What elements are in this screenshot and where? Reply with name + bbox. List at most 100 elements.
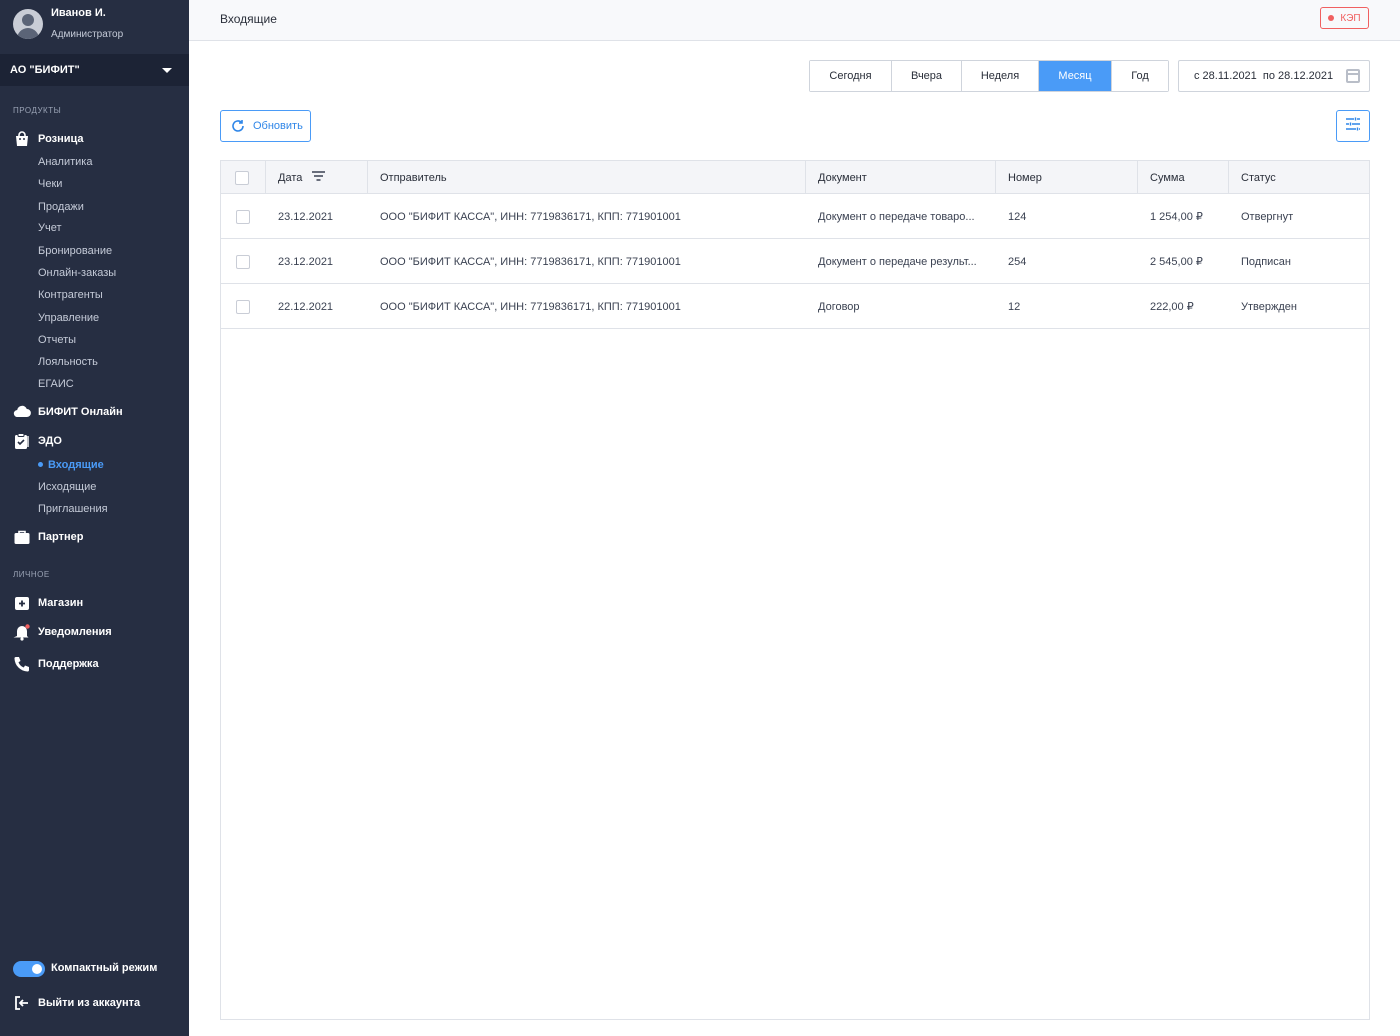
sidebar-item-label: ЭДО [38, 435, 62, 447]
logout-label: Выйти из аккаунта [38, 997, 141, 1009]
calendar-icon [1346, 69, 1360, 83]
topbar: Входящие КЭП [189, 0, 1400, 41]
column-sum[interactable]: Сумма [1138, 161, 1229, 194]
sidebar-subitem-outgoing[interactable]: Исходящие [38, 481, 96, 493]
sliders-icon [1345, 116, 1361, 137]
period-yesterday[interactable]: Вчера [892, 61, 962, 91]
sidebar-subitem-counterparties[interactable]: Контрагенты [38, 289, 103, 301]
select-all-cell [221, 161, 266, 194]
kep-badge[interactable]: КЭП [1320, 7, 1369, 29]
refresh-button[interactable]: Обновить [220, 110, 311, 142]
kep-label: КЭП [1340, 12, 1361, 24]
sidebar-subitem-invitations[interactable]: Приглашения [38, 503, 108, 515]
filters-button[interactable] [1336, 110, 1370, 142]
column-document[interactable]: Документ [806, 161, 996, 194]
column-label: Отправитель [380, 171, 447, 184]
column-label: Дата [278, 171, 303, 184]
compact-mode-toggle[interactable] [13, 961, 45, 977]
period-year[interactable]: Год [1112, 61, 1168, 91]
table-row[interactable]: 22.12.2021 ООО "БИФИТ КАССА", ИНН: 77198… [221, 284, 1369, 329]
sidebar-item-partner[interactable]: Партнер [13, 527, 83, 547]
sidebar-subitem-booking[interactable]: Бронирование [38, 245, 112, 257]
sidebar-item-label: Уведомления [38, 626, 112, 638]
sidebar: Иванов И. Администратор АО "БИФИТ" ПРОДУ… [0, 0, 189, 1036]
sidebar-subitem-loyalty[interactable]: Лояльность [38, 356, 98, 368]
phone-icon [13, 655, 31, 673]
row-checkbox[interactable] [236, 209, 250, 224]
sidebar-item-retail[interactable]: Розница [13, 129, 84, 149]
column-date[interactable]: Дата [266, 161, 368, 194]
cell-document: Документ о передаче товаро... [818, 210, 975, 223]
org-selector[interactable]: АО "БИФИТ" [0, 54, 189, 86]
period-week[interactable]: Неделя [962, 61, 1039, 91]
column-label: Статус [1241, 171, 1276, 184]
page-title: Входящие [220, 12, 277, 26]
cell-status: Утвержден [1241, 300, 1297, 313]
clipboard-check-icon [13, 432, 31, 450]
active-dot-icon [38, 462, 43, 467]
sidebar-item-shop[interactable]: Магазин [13, 593, 83, 613]
row-checkbox[interactable] [236, 254, 250, 269]
filter-sort-icon[interactable] [312, 171, 326, 184]
user-profile[interactable]: Иванов И. Администратор [0, 0, 189, 54]
sidebar-subitem-online-orders[interactable]: Онлайн-заказы [38, 267, 116, 279]
shop-icon [13, 594, 31, 612]
avatar [13, 9, 43, 39]
bell-icon [13, 623, 31, 641]
date-range-picker[interactable]: с 28.11.2021 по 28.12.2021 [1178, 60, 1370, 92]
period-selector: Сегодня Вчера Неделя Месяц Год [809, 60, 1169, 92]
chevron-down-icon [162, 68, 172, 73]
sidebar-subitem-accounting[interactable]: Учет [38, 222, 62, 234]
compact-mode-label: Компактный режим [51, 962, 158, 974]
shopping-bag-icon [13, 130, 31, 148]
select-all-checkbox[interactable] [235, 170, 249, 185]
briefcase-icon [13, 528, 31, 546]
sidebar-subitem-analytics[interactable]: Аналитика [38, 156, 92, 168]
cell-status: Подписан [1241, 255, 1291, 268]
table-row[interactable]: 23.12.2021 ООО "БИФИТ КАССА", ИНН: 77198… [221, 194, 1369, 239]
cell-sum: 2 545,00 ₽ [1150, 256, 1203, 268]
logout-icon [13, 994, 31, 1012]
sidebar-subitem-sales[interactable]: Продажи [38, 201, 84, 213]
cell-date: 22.12.2021 [278, 300, 334, 313]
user-role: Администратор [51, 29, 124, 40]
cell-document: Документ о передаче результ... [818, 255, 977, 268]
sidebar-subitem-reports[interactable]: Отчеты [38, 334, 76, 346]
period-month[interactable]: Месяц [1039, 61, 1112, 91]
period-today[interactable]: Сегодня [810, 61, 892, 91]
sidebar-subitem-management[interactable]: Управление [38, 312, 99, 324]
sidebar-item-support[interactable]: Поддержка [13, 654, 99, 674]
documents-table: Дата Отправитель Документ Номер Сумма Ст… [220, 160, 1370, 1020]
status-dot-icon [1328, 15, 1335, 21]
column-status[interactable]: Статус [1229, 161, 1369, 194]
sidebar-subitem-receipts[interactable]: Чеки [38, 178, 62, 190]
sidebar-item-notifications[interactable]: Уведомления [13, 622, 112, 642]
column-number[interactable]: Номер [996, 161, 1138, 194]
sidebar-subitem-incoming[interactable]: Входящие [48, 459, 104, 471]
user-name: Иванов И. [51, 7, 106, 19]
cell-sender: ООО "БИФИТ КАССА", ИНН: 7719836171, КПП:… [380, 300, 681, 313]
logout-button[interactable]: Выйти из аккаунта [13, 993, 140, 1013]
cell-sender: ООО "БИФИТ КАССА", ИНН: 7719836171, КПП:… [380, 210, 681, 223]
sidebar-item-label: Розница [38, 133, 84, 145]
section-title-products: ПРОДУКТЫ [13, 106, 62, 115]
cell-sum: 1 254,00 ₽ [1150, 211, 1203, 223]
sidebar-item-label: Магазин [38, 597, 84, 609]
sidebar-item-edo[interactable]: ЭДО [13, 431, 62, 451]
sidebar-subitem-egais[interactable]: ЕГАИС [38, 378, 74, 390]
sidebar-item-bifit-online[interactable]: БИФИТ Онлайн [13, 402, 123, 422]
sidebar-item-label: БИФИТ Онлайн [38, 406, 123, 418]
cell-date: 23.12.2021 [278, 210, 334, 223]
cell-sender: ООО "БИФИТ КАССА", ИНН: 7719836171, КПП:… [380, 255, 681, 268]
column-label: Сумма [1150, 171, 1185, 184]
cell-number: 254 [1008, 255, 1027, 268]
cell-number: 12 [1008, 300, 1021, 313]
refresh-label: Обновить [253, 120, 303, 132]
row-checkbox[interactable] [236, 299, 250, 314]
column-label: Номер [1008, 171, 1042, 184]
table-row[interactable]: 23.12.2021 ООО "БИФИТ КАССА", ИНН: 77198… [221, 239, 1369, 284]
date-range-text: с 28.11.2021 по 28.12.2021 [1194, 70, 1334, 82]
cell-date: 23.12.2021 [278, 255, 334, 268]
cell-number: 124 [1008, 210, 1027, 223]
column-sender[interactable]: Отправитель [368, 161, 806, 194]
